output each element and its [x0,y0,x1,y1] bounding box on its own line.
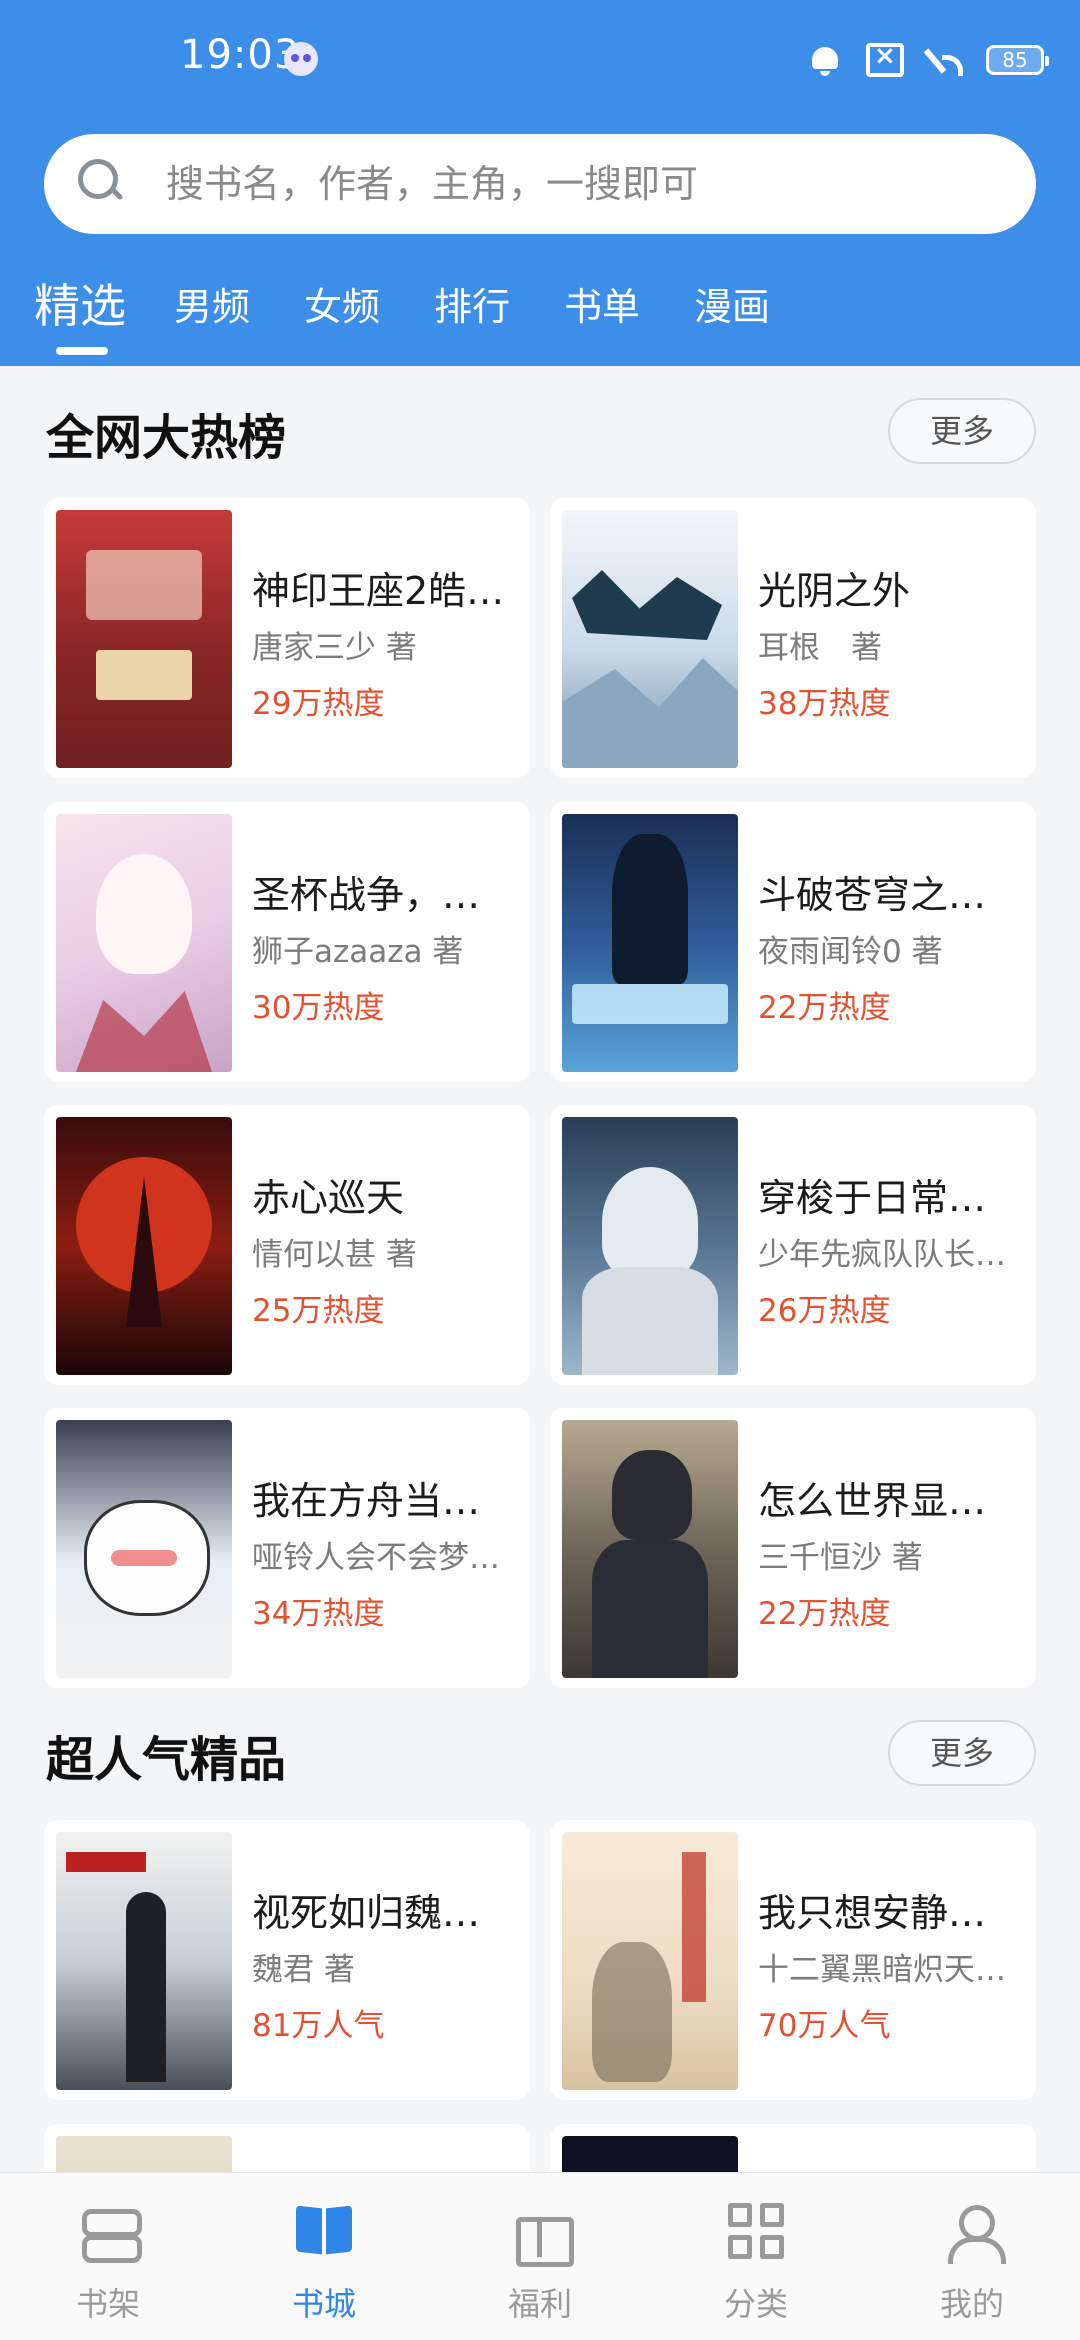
book-author: 哑铃人会不会梦… [252,1540,500,1576]
category-grid-icon [728,2203,784,2259]
search-bar[interactable] [44,134,1036,234]
nav-label: 书架 [75,2285,140,2323]
tab-female[interactable]: 女频 [304,276,380,331]
user-icon [942,2201,1006,2264]
book-card[interactable]: 怎么世界显… 三千恒沙 著 22万热度 [550,1408,1036,1688]
app-notification-icon [284,42,318,76]
nav-label: 我的 [939,2285,1004,2323]
book-card[interactable]: 穿梭于日常… 少年先疯队队长… 26万热度 [550,1105,1036,1385]
search-input[interactable] [166,156,986,212]
book-author: 情何以甚 著 [252,1237,417,1273]
book-cover [56,1832,232,2090]
nav-bookstore[interactable]: 书城 [254,2191,394,2331]
header: 19:03 85 精选 男频 女频 排行 书单 漫画 [0,0,1080,366]
section-title-popular: 超人气精品 [46,1732,287,1788]
book-heat: 26万热度 [758,1293,891,1329]
book-heat: 34万热度 [252,1596,385,1632]
nfc-icon [866,41,904,77]
book-author: 魏君 著 [252,1952,355,1988]
book-title: 怎么世界显… [758,1479,987,1523]
book-popularity: 70万人气 [758,2008,891,2044]
active-tab-indicator [56,347,108,355]
alarm-icon [806,43,844,77]
book-title: 赤心巡天 [252,1176,405,1220]
book-author: 三千恒沙 著 [758,1540,923,1576]
status-time: 19:03 [180,32,301,78]
status-icons: 85 [806,38,1049,82]
book-title: 视死如归魏… [252,1891,481,1935]
battery-icon: 85 [986,45,1049,75]
book-cover [562,1420,738,1678]
book-cover [56,1117,232,1375]
book-cover [562,510,738,768]
tab-comics[interactable]: 漫画 [694,276,770,331]
book-title: 我在方舟当… [252,1479,481,1523]
book-card[interactable]: 斗破苍穹之… 夜雨闻铃0 著 22万热度 [550,802,1036,1082]
book-cover [56,510,232,768]
status-bar: 19:03 85 [0,0,1080,120]
tab-featured[interactable]: 精选 [34,270,126,336]
book-title: 穿梭于日常… [758,1176,987,1220]
book-title: 圣杯战争，… [252,873,481,917]
section-title-hot: 全网大热榜 [46,410,287,466]
book-card[interactable]: 光阴之外 耳根 著 38万热度 [550,498,1036,778]
book-author: 十二翼黑暗炽天… [758,1952,1006,1988]
book-heat: 25万热度 [252,1293,385,1329]
book-title: 我只想安静… [758,1891,987,1935]
book-cover [562,1117,738,1375]
nav-label: 分类 [723,2285,788,2323]
book-card[interactable]: 视死如归魏… 魏君 著 81万人气 [44,1820,530,2100]
search-icon [78,159,122,203]
book-author: 唐家三少 著 [252,630,417,666]
book-title: 斗破苍穹之… [758,873,987,917]
book-cover [56,814,232,1072]
book-heat: 22万热度 [758,1596,891,1632]
book-cover [56,1420,232,1678]
book-cover [562,1832,738,2090]
book-card[interactable]: 赤心巡天 情何以甚 著 25万热度 [44,1105,530,1385]
book-title: 神印王座2皓… [252,569,505,613]
more-button-hot[interactable]: 更多 [888,398,1036,464]
book-card[interactable]: 我只想安静… 十二翼黑暗炽天… 70万人气 [550,1820,1036,2100]
book-card[interactable]: 圣杯战争，… 狮子azaaza 著 30万热度 [44,802,530,1082]
book-heat: 29万热度 [252,686,385,722]
nav-bookshelf[interactable]: 书架 [38,2191,178,2331]
nav-profile[interactable]: 我的 [902,2191,1042,2331]
tab-male[interactable]: 男频 [174,276,250,331]
book-card[interactable]: 神印王座2皓… 唐家三少 著 29万热度 [44,498,530,778]
category-tabs: 精选 男频 女频 排行 书单 漫画 [0,270,1080,360]
nav-category[interactable]: 分类 [686,2191,826,2331]
nav-benefits[interactable]: 福利 [470,2191,610,2331]
open-book-icon [294,2201,354,2261]
book-title: 光阴之外 [758,569,911,613]
book-heat: 30万热度 [252,990,385,1026]
book-heat: 22万热度 [758,990,891,1026]
more-button-popular[interactable]: 更多 [888,1720,1036,1786]
book-author: 耳根 著 [758,630,882,666]
nav-label: 福利 [507,2285,572,2323]
tab-ranking[interactable]: 排行 [434,276,510,331]
book-popularity: 81万人气 [252,2008,385,2044]
bottom-navigation: 书架 书城 福利 分类 我的 [0,2172,1080,2340]
tab-booklist[interactable]: 书单 [564,276,640,331]
book-cover [562,814,738,1072]
gift-icon [510,2201,574,2267]
book-store-page: 19:03 85 精选 男频 女频 排行 书单 漫画 全网大热榜 更多 [0,0,1080,2340]
book-author: 夜雨闻铃0 著 [758,934,943,970]
bookshelf-icon [78,2201,142,2263]
nav-label: 书城 [291,2285,356,2323]
book-author: 少年先疯队队长… [758,1237,1006,1273]
book-author: 狮子azaaza 著 [252,934,464,970]
book-card[interactable]: 我在方舟当… 哑铃人会不会梦… 34万热度 [44,1408,530,1688]
wifi-signal-icon [926,43,964,77]
book-heat: 38万热度 [758,686,891,722]
